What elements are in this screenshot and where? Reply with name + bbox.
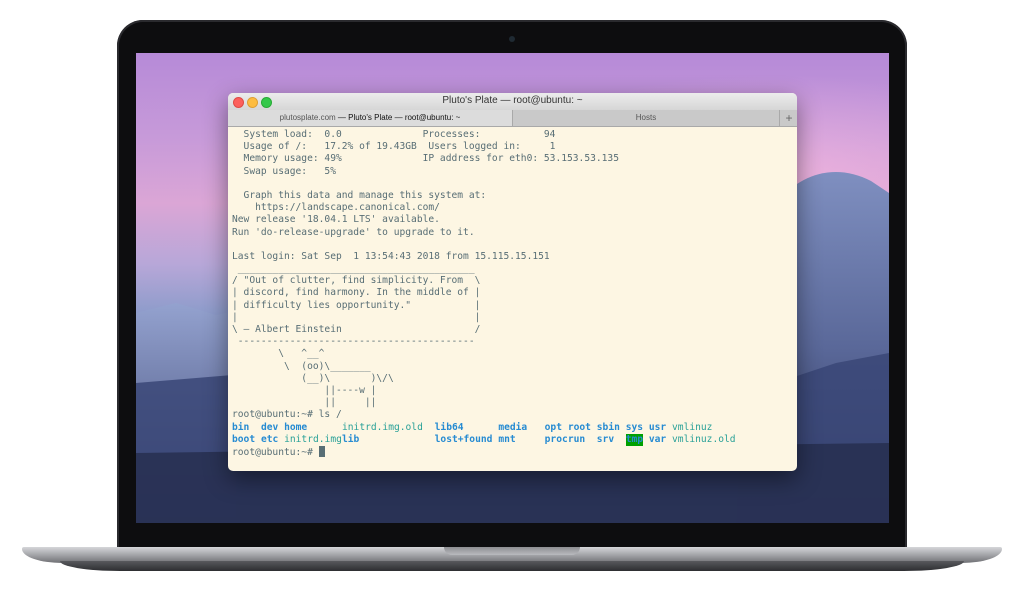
ls-entry: tmp xyxy=(625,433,644,446)
terminal-line: Graph this data and manage this system a… xyxy=(232,189,487,201)
terminal-line: || || xyxy=(232,397,377,409)
terminal-line: \ (oo)\_______ xyxy=(232,360,371,372)
camera-icon xyxy=(509,36,515,42)
new-tab-button[interactable]: + xyxy=(779,110,797,126)
terminal-line: Usage of /: 17.2% of 19.43GB Users logge… xyxy=(232,141,556,153)
ls-entry: media xyxy=(498,421,528,433)
ls-entry: dev xyxy=(260,421,279,433)
terminal-line: Swap usage: 5% xyxy=(232,165,336,177)
terminal-line: | | xyxy=(232,311,481,323)
terminal-line: New release '18.04.1 LTS' available. xyxy=(232,214,440,226)
ls-entry: usr xyxy=(648,421,667,433)
tab-bar: plutosplate.com — Pluto's Plate — root@u… xyxy=(228,110,797,127)
ls-entry: lib64 xyxy=(434,421,464,433)
ls-entry: srv xyxy=(596,433,615,445)
tab-host: plutosplate.com xyxy=(279,113,336,122)
terminal-line: root@ubuntu:~# ls / xyxy=(232,409,342,421)
ls-row: bin dev home initrd.img.old lib64 media opt roo… xyxy=(232,422,794,434)
ls-entry: vmlinuz xyxy=(672,421,713,433)
ls-row: boot etc initrd.img lib lost+found mnt proc run… xyxy=(232,433,794,446)
terminal-output[interactable]: System load: 0.0 Processes: 94 Usage of … xyxy=(232,129,794,469)
ls-entry: root xyxy=(567,421,591,433)
ls-entry: home xyxy=(284,421,308,433)
ls-entry: vmlinuz.old xyxy=(672,433,736,445)
prompt-text: root@ubuntu:~# xyxy=(232,446,319,458)
terminal-line: ----------------------------------------… xyxy=(232,336,475,348)
prompt-line[interactable]: root@ubuntu:~# xyxy=(232,445,794,458)
terminal-line: System load: 0.0 Processes: 94 xyxy=(232,129,556,140)
tab-hosts[interactable]: Hosts xyxy=(513,110,779,126)
terminal-window: Pluto's Plate — root@ubuntu: ~ plutospla… xyxy=(228,93,797,471)
ls-entry: initrd.img.old xyxy=(342,421,423,433)
terminal-line: Last login: Sat Sep 1 13:54:43 2018 from… xyxy=(232,250,550,262)
ls-entry: opt xyxy=(544,421,562,433)
ls-entry: proc xyxy=(544,433,568,445)
terminal-line: | difficulty lies opportunity." | xyxy=(232,299,481,311)
terminal-line: ||----w | xyxy=(232,384,377,396)
laptop-notch xyxy=(444,547,580,555)
terminal-line: / "Out of clutter, find simplicity. From… xyxy=(232,275,481,287)
terminal-line: https://landscape.canonical.com/ xyxy=(232,202,440,214)
tab-pluto-plate[interactable]: plutosplate.com — Pluto's Plate — root@u… xyxy=(228,110,513,126)
terminal-line: Run 'do-release-upgrade' to upgrade to i… xyxy=(232,226,475,238)
ls-entry: boot xyxy=(232,433,256,445)
terminal-line: ________________________________________… xyxy=(232,263,475,275)
terminal-line: | discord, find harmony. In the middle o… xyxy=(232,287,481,299)
window-title: Pluto's Plate — root@ubuntu: ~ xyxy=(442,95,583,106)
tab-label: — Pluto's Plate — root@ubuntu: ~ xyxy=(335,113,461,122)
ls-entry: run xyxy=(567,433,586,445)
titlebar[interactable]: Pluto's Plate — root@ubuntu: ~ xyxy=(228,93,797,111)
ls-entry: lib xyxy=(342,433,360,445)
ls-entry: sbin xyxy=(596,421,620,433)
terminal-line: \ — Albert Einstein / xyxy=(232,324,481,335)
ls-entry: mnt xyxy=(498,433,516,445)
ls-entry: lost+found xyxy=(434,433,493,445)
terminal-line: Memory usage: 49% IP address for eth0: 5… xyxy=(232,153,619,165)
ls-entry: var xyxy=(648,433,667,445)
laptop-base-bottom xyxy=(60,561,964,571)
terminal-line: \ ^__^ xyxy=(232,348,325,360)
terminal-line: (__)\ )\/\ xyxy=(232,372,394,384)
ls-entry: etc xyxy=(260,433,279,445)
ls-entry: sys xyxy=(625,421,644,433)
ls-entry: bin xyxy=(232,421,250,433)
cursor xyxy=(318,445,325,457)
ls-entry: initrd.img xyxy=(284,433,342,445)
